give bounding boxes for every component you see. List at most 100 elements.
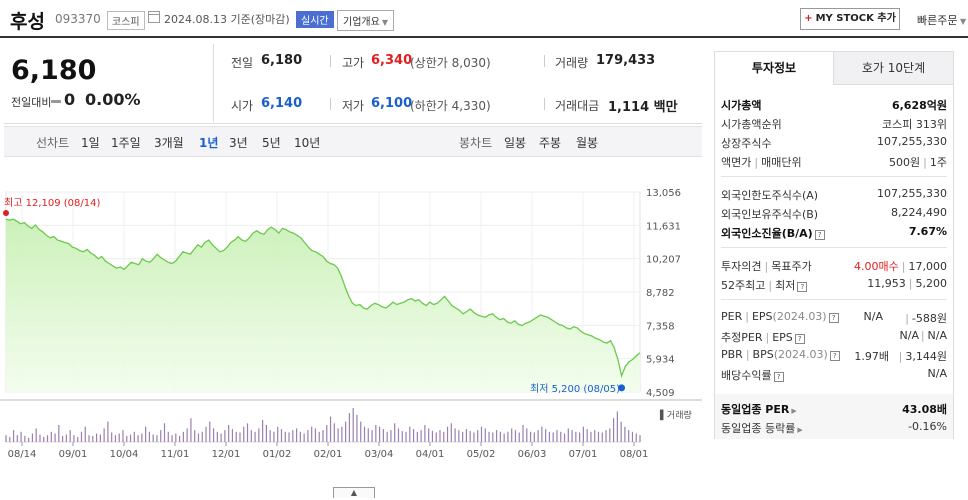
info-row: 외국인보유주식수(B) 8,224,490: [721, 204, 947, 222]
candle-daily[interactable]: 일봉: [504, 134, 526, 151]
y-tick-label: 13,056: [646, 188, 681, 199]
info-row: 배당수익률? N/A: [721, 365, 947, 383]
volume-bar: [484, 428, 486, 442]
volume-bar: [594, 430, 596, 442]
x-tick-label: 07/01: [569, 449, 598, 460]
opinion-label: 투자의견: [721, 260, 762, 273]
bps-label: BPS: [752, 348, 774, 361]
volume-bar: [582, 426, 584, 442]
pbr-label: PBR: [721, 348, 743, 361]
volume-bar: [5, 435, 7, 442]
trade-unit-label: 매매단위: [761, 156, 802, 169]
volume-bar: [46, 435, 49, 442]
max-label: 최고 12,109 (08/14): [4, 197, 100, 209]
realtime-button[interactable]: 실시간: [296, 11, 334, 28]
volume-bar: [129, 434, 132, 442]
plus-icon: +: [804, 13, 813, 24]
volume-bar: [190, 418, 192, 442]
divider: [544, 98, 545, 110]
help-icon[interactable]: ?: [794, 334, 805, 344]
my-stock-add-button[interactable]: + MY STOCK 추가: [800, 8, 900, 30]
volume-bar: [171, 435, 173, 442]
volume-bar: [65, 434, 67, 442]
volume-bar: [43, 436, 45, 442]
x-tick-label: 10/04: [110, 449, 139, 460]
period-3m[interactable]: 3개월: [154, 134, 184, 151]
volume-bar: [548, 431, 551, 442]
help-icon[interactable]: ?: [828, 313, 839, 323]
volume-bar: [541, 426, 543, 442]
period-1w[interactable]: 1주일: [111, 134, 141, 151]
volume-bar: [624, 426, 626, 442]
volume-bar: [341, 426, 343, 442]
foreign-ratio-label: 외국인소진율(B/A): [721, 227, 813, 240]
company-overview-button[interactable]: 기업개요 ▼: [337, 10, 394, 31]
candle-monthly[interactable]: 월봉: [576, 134, 598, 151]
volume-legend: ▌거래량: [659, 409, 692, 421]
tab-investment-info[interactable]: 투자정보: [715, 52, 834, 85]
volume-bar: [186, 428, 188, 442]
info-row: PBR | BPS(2024.03)? 1.97배 | 3,144원: [721, 348, 947, 363]
eps-value: -588원: [911, 312, 947, 325]
info-row: 동일업종 PER ▶ 43.08배: [721, 399, 947, 417]
price-chart: 13,056 11,631 10,207 8,782 7,358 5,934 4,509 08…: [0, 160, 702, 490]
volume-bar: [567, 428, 569, 442]
candle-weekly[interactable]: 주봉: [539, 134, 561, 151]
chevron-right-icon: ▶: [797, 426, 803, 434]
volume-bar: [209, 421, 211, 442]
volume-bar: [360, 421, 362, 442]
period-10y[interactable]: 10년: [294, 134, 320, 151]
industry-per-label[interactable]: 동일업종 PER: [721, 403, 789, 416]
volume-bar: [552, 432, 554, 442]
quick-order-button[interactable]: 빠른주문 ▼: [917, 12, 966, 28]
eps-period: (2024.03): [772, 310, 827, 323]
volume-bar: [586, 429, 588, 442]
period-1y[interactable]: 1년: [199, 134, 218, 151]
info-row: 시가총액 6,628억원: [721, 95, 947, 113]
period-5y[interactable]: 5년: [262, 134, 281, 151]
industry-rate-label[interactable]: 동일업종 등락률: [721, 422, 795, 435]
chart-collapse-button[interactable]: ▲: [333, 487, 375, 498]
help-icon[interactable]: ?: [814, 230, 825, 240]
volume-bar: [201, 431, 203, 442]
period-1d[interactable]: 1일: [81, 134, 100, 151]
volume-bar: [579, 432, 581, 442]
flat-icon: [51, 100, 61, 103]
est-eps-value: N/A: [927, 329, 947, 342]
y-tick-label: 8,782: [646, 288, 675, 299]
volume-bar: [435, 432, 437, 442]
divider: [213, 44, 214, 122]
y-tick-label: 5,934: [646, 355, 675, 366]
volume-bar: [416, 431, 418, 442]
volume-bar: [288, 432, 290, 442]
tab-order-book[interactable]: 호가 10단계: [834, 52, 953, 85]
period-3y[interactable]: 3년: [229, 134, 248, 151]
diff-value: 0: [64, 90, 76, 109]
volume-bar: [431, 430, 434, 442]
volume-bar: [495, 430, 498, 442]
help-icon[interactable]: ?: [773, 372, 784, 382]
foreign-limit-label: 외국인한도주식수(A): [721, 189, 819, 202]
volume-bar: [178, 435, 181, 442]
volume-bar: [446, 426, 449, 442]
volume-bar: [616, 411, 618, 442]
upper-limit: (상한가 8,030): [410, 56, 491, 70]
max-marker: [3, 210, 9, 217]
help-icon[interactable]: ?: [829, 351, 840, 361]
volume-bar: [205, 426, 207, 442]
divider: [721, 247, 947, 248]
help-icon[interactable]: ?: [797, 282, 808, 292]
volume-bar: [631, 431, 634, 442]
est-per-value: N/A: [899, 329, 919, 342]
volume-bar: [601, 432, 603, 442]
volume-bar: [477, 430, 479, 442]
y-tick-label: 10,207: [646, 255, 681, 266]
calendar-icon: [148, 11, 160, 23]
high-value: 6,340: [371, 53, 413, 68]
volume-bar: [443, 431, 445, 442]
volume-bar: [597, 431, 600, 442]
volume-bar: [24, 435, 26, 442]
volume-bar: [16, 435, 18, 442]
volume-bar: [273, 431, 275, 442]
volume-bar: [20, 431, 22, 442]
